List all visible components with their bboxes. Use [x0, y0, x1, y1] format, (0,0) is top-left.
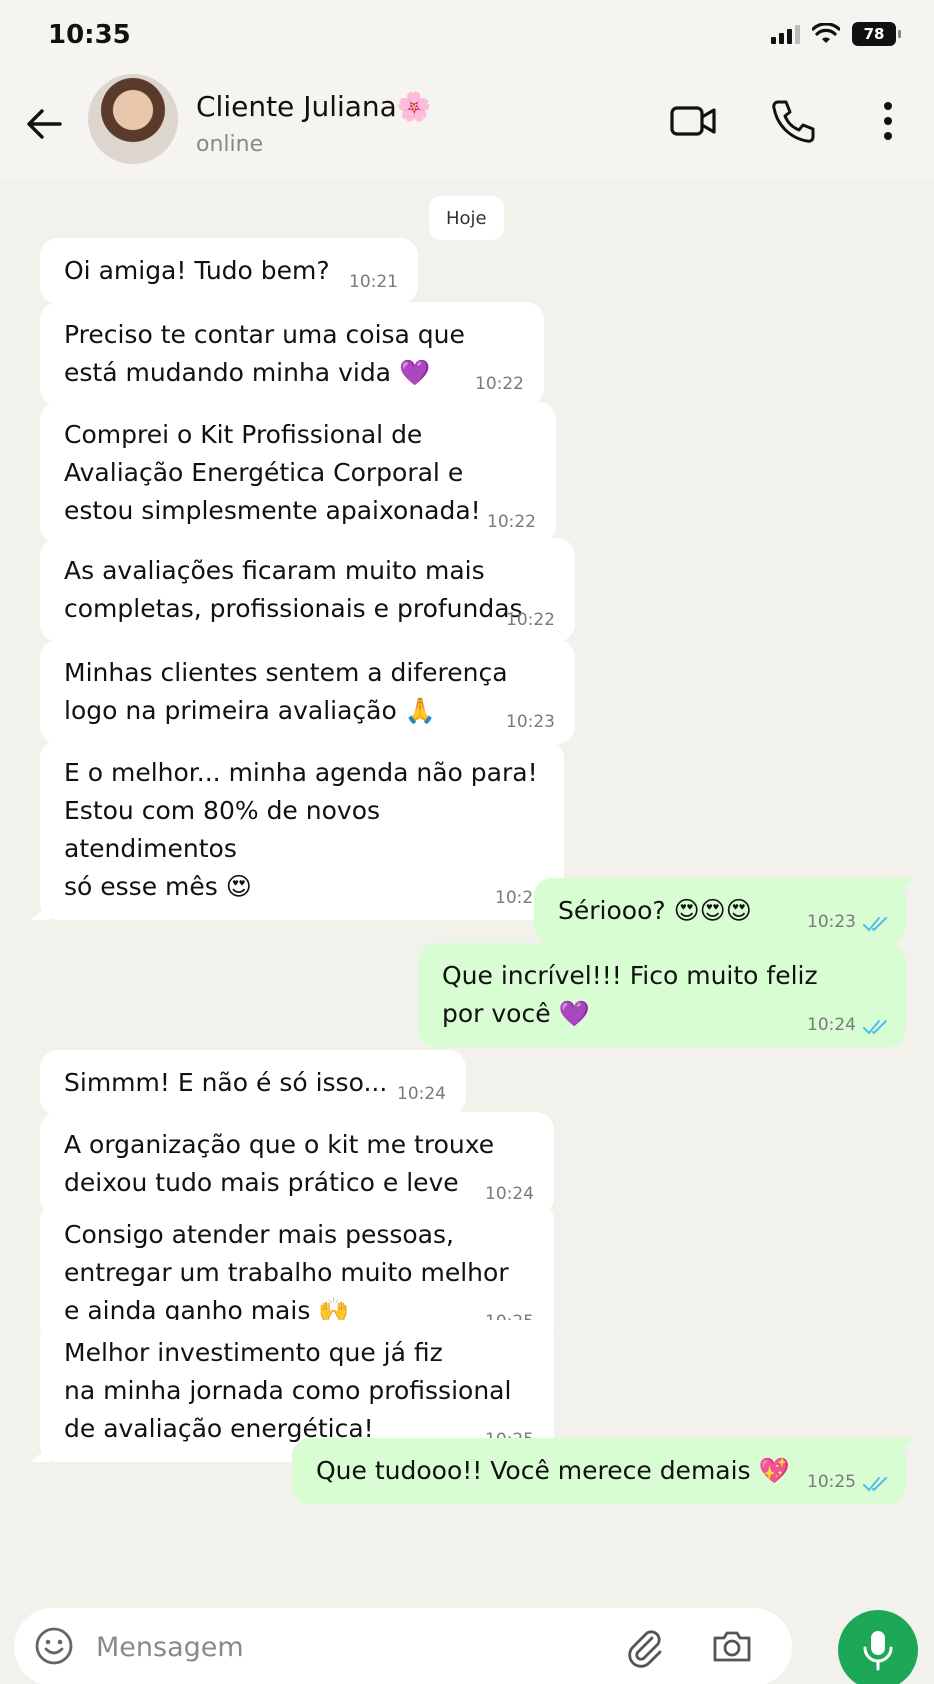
outgoing-message[interactable]: Sériooo? 😍😍😍 10:23: [534, 878, 906, 944]
more-vertical-icon[interactable]: [868, 96, 908, 146]
double-check-icon: [863, 1477, 887, 1492]
message-text: Preciso te contar uma coisa que está mud…: [64, 320, 465, 387]
incoming-message[interactable]: A organização que o kit me trouxe deixou…: [40, 1112, 554, 1216]
arrow-left-icon[interactable]: [22, 102, 66, 146]
chat-header: Cliente Juliana🌸 online: [0, 72, 934, 180]
phone-icon[interactable]: [768, 96, 818, 146]
cellular-signal-icon: [771, 24, 800, 44]
message-text: Simmm! E não é só isso...: [64, 1068, 388, 1097]
outgoing-message[interactable]: Que tudooo!! Você merece demais 💖 10:25: [292, 1438, 906, 1504]
message-text: Comprei o Kit Profissional de Avaliação …: [64, 420, 481, 525]
wifi-icon: [812, 23, 840, 43]
message-time: 10:24: [485, 1184, 534, 1204]
chat-area[interactable]: Hoje Oi amiga! Tudo bem? 10:21 Preciso te …: [0, 180, 934, 1600]
incoming-message[interactable]: Comprei o Kit Profissional de Avaliação …: [40, 402, 556, 544]
message-time: 10:23: [807, 912, 856, 932]
message-time: 10:21: [349, 272, 398, 292]
contact-status: online: [196, 132, 264, 157]
message-text: Melhor investimento que já fiz na minha …: [64, 1338, 512, 1443]
incoming-message[interactable]: Simmm! E não é só isso... 10:24: [40, 1050, 466, 1116]
message-time: 10:22: [506, 610, 555, 630]
battery-indicator: 78: [852, 22, 901, 46]
message-text: Consigo atender mais pessoas, entregar u…: [64, 1220, 509, 1325]
day-separator: Hoje: [429, 196, 504, 240]
microphone-button[interactable]: [838, 1610, 918, 1684]
status-icons: 78: [771, 22, 901, 46]
message-text: As avaliações ficaram muito mais complet…: [64, 556, 523, 623]
message-composer: [14, 1608, 792, 1684]
status-bar: 10:35 78: [0, 0, 934, 72]
message-time: 10:22: [487, 512, 536, 532]
camera-icon[interactable]: [710, 1624, 754, 1668]
status-time: 10:35: [48, 20, 131, 50]
incoming-message[interactable]: Preciso te contar uma coisa que está mud…: [40, 302, 544, 406]
paperclip-icon[interactable]: [622, 1624, 666, 1668]
message-time: 10:23: [506, 712, 555, 732]
avatar[interactable]: [88, 74, 178, 164]
message-text: Minhas clientes sentem a diferença logo …: [64, 658, 508, 725]
emoji-icon[interactable]: [32, 1624, 76, 1668]
incoming-message[interactable]: E o melhor... minha agenda não para! Est…: [40, 740, 564, 920]
message-text: Oi amiga! Tudo bem?: [64, 256, 330, 285]
contact-name[interactable]: Cliente Juliana🌸: [196, 90, 432, 123]
incoming-message[interactable]: Oi amiga! Tudo bem? 10:21: [40, 238, 418, 304]
double-check-icon: [863, 1020, 887, 1035]
outgoing-message[interactable]: Que incrível!!! Fico muito feliz por voc…: [418, 943, 906, 1047]
message-input[interactable]: [96, 1622, 596, 1672]
message-time: 10:24: [397, 1084, 446, 1104]
double-check-icon: [863, 917, 887, 932]
incoming-message[interactable]: As avaliações ficaram muito mais complet…: [40, 538, 575, 642]
video-camera-icon[interactable]: [668, 96, 718, 146]
message-time: 10:25: [807, 1472, 856, 1492]
microphone-icon: [863, 1631, 893, 1671]
message-text: E o melhor... minha agenda não para! Est…: [64, 758, 538, 901]
message-time: 10:24: [807, 1015, 856, 1035]
message-text: A organização que o kit me trouxe deixou…: [64, 1130, 495, 1197]
incoming-message[interactable]: Minhas clientes sentem a diferença logo …: [40, 640, 575, 744]
message-text: Que tudooo!! Você merece demais 💖: [316, 1456, 790, 1485]
message-time: 10:22: [475, 374, 524, 394]
